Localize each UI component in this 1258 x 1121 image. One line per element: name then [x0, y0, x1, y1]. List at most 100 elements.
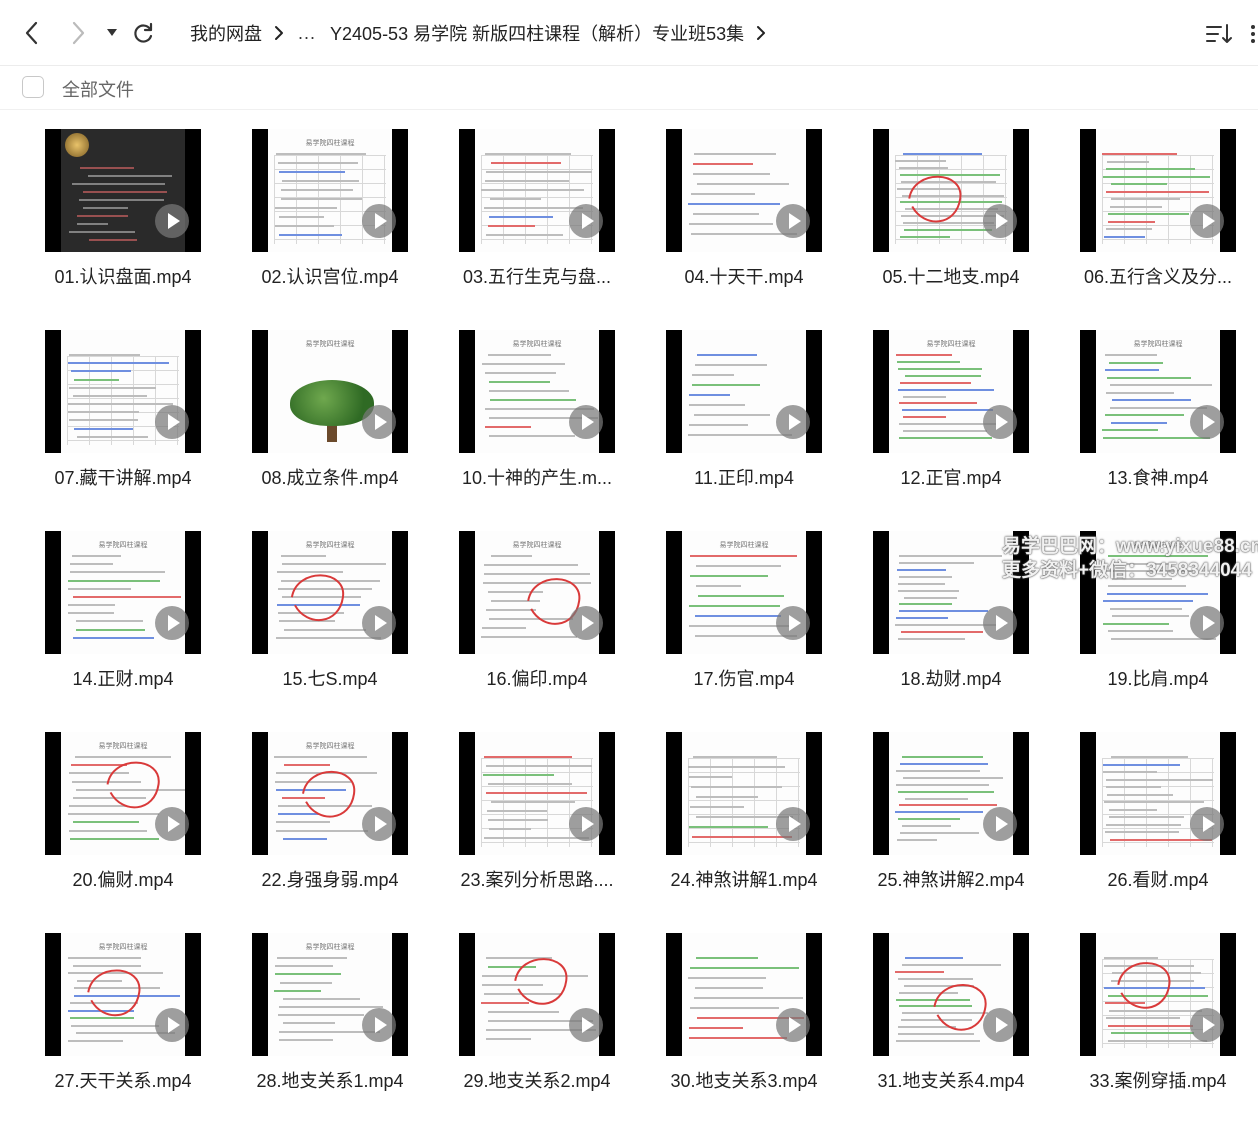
play-icon[interactable] [1190, 405, 1224, 439]
file-item[interactable]: 易学院四柱课程 19.比肩.mp4 [1035, 512, 1236, 702]
back-icon[interactable] [20, 18, 42, 48]
file-item[interactable]: 易学院四柱课程 02.认识宫位.mp4 [207, 110, 408, 300]
file-item[interactable]: 易学院四柱课程 28.地支关系1.mp4 [207, 914, 408, 1104]
file-item[interactable]: 23.案列分析思路.... [414, 713, 615, 903]
history-dropdown-icon[interactable] [104, 18, 120, 48]
file-item[interactable]: 易学院四柱课程 22.身强身弱.mp4 [207, 713, 408, 903]
file-name[interactable]: 33.案例穿插.mp4 [1043, 1067, 1258, 1093]
file-name[interactable]: 25.神煞讲解2.mp4 [836, 866, 1066, 892]
play-icon[interactable] [155, 807, 189, 841]
file-name[interactable]: 16.偏印.mp4 [422, 665, 652, 691]
play-icon[interactable] [983, 807, 1017, 841]
play-icon[interactable] [155, 405, 189, 439]
file-name[interactable]: 19.比肩.mp4 [1043, 665, 1258, 691]
play-icon[interactable] [362, 1008, 396, 1042]
file-name[interactable]: 02.认识宫位.mp4 [215, 263, 445, 289]
play-icon[interactable] [362, 204, 396, 238]
file-item[interactable]: 06.五行含义及分... [1035, 110, 1236, 300]
file-item[interactable]: 易学院四柱课程 14.正财.mp4 [0, 512, 201, 702]
play-icon[interactable] [569, 405, 603, 439]
file-name[interactable]: 03.五行生克与盘... [422, 263, 652, 289]
file-item[interactable]: 易学院四柱课程 10.十神的产生.m... [414, 311, 615, 501]
play-icon[interactable] [776, 405, 810, 439]
play-icon[interactable] [983, 1008, 1017, 1042]
file-name[interactable]: 27.天干关系.mp4 [8, 1067, 238, 1093]
file-name[interactable]: 13.食神.mp4 [1043, 464, 1258, 490]
file-name[interactable]: 17.伤官.mp4 [629, 665, 859, 691]
file-name[interactable]: 07.藏干讲解.mp4 [8, 464, 238, 490]
file-name[interactable]: 20.偏财.mp4 [8, 866, 238, 892]
file-item[interactable]: 易学院四柱课程 12.正官.mp4 [828, 311, 1029, 501]
file-item[interactable]: 25.神煞讲解2.mp4 [828, 713, 1029, 903]
play-icon[interactable] [983, 606, 1017, 640]
play-icon[interactable] [569, 204, 603, 238]
play-icon[interactable] [155, 1008, 189, 1042]
sort-icon[interactable] [1205, 22, 1233, 48]
file-name[interactable]: 14.正财.mp4 [8, 665, 238, 691]
file-item[interactable]: 易学院四柱课程 16.偏印.mp4 [414, 512, 615, 702]
play-icon[interactable] [776, 204, 810, 238]
file-name[interactable]: 11.正印.mp4 [629, 464, 859, 490]
file-name[interactable]: 22.身强身弱.mp4 [215, 866, 445, 892]
file-name[interactable]: 28.地支关系1.mp4 [215, 1067, 445, 1093]
file-name[interactable]: 08.成立条件.mp4 [215, 464, 445, 490]
refresh-icon[interactable] [130, 18, 156, 48]
file-name[interactable]: 05.十二地支.mp4 [836, 263, 1066, 289]
play-icon[interactable] [983, 204, 1017, 238]
play-icon[interactable] [1190, 606, 1224, 640]
file-item[interactable]: 31.地支关系4.mp4 [828, 914, 1029, 1104]
file-item[interactable]: 11.正印.mp4 [621, 311, 822, 501]
file-name[interactable]: 06.五行含义及分... [1043, 263, 1258, 289]
play-icon[interactable] [362, 405, 396, 439]
play-icon[interactable] [362, 807, 396, 841]
file-name[interactable]: 04.十天干.mp4 [629, 263, 859, 289]
file-name[interactable]: 15.七S.mp4 [215, 665, 445, 691]
file-item[interactable]: 30.地支关系3.mp4 [621, 914, 822, 1104]
breadcrumb-ellipsis[interactable]: ... [298, 23, 316, 44]
play-icon[interactable] [776, 606, 810, 640]
play-icon[interactable] [1190, 807, 1224, 841]
play-icon[interactable] [983, 405, 1017, 439]
file-name[interactable]: 30.地支关系3.mp4 [629, 1067, 859, 1093]
file-name[interactable]: 23.案列分析思路.... [422, 866, 652, 892]
file-item[interactable]: 易学院四柱课程 08.成立条件.mp4 [207, 311, 408, 501]
more-icon[interactable] [1250, 22, 1258, 48]
file-item[interactable]: 03.五行生克与盘... [414, 110, 615, 300]
file-name[interactable]: 01.认识盘面.mp4 [8, 263, 238, 289]
select-all-checkbox[interactable] [22, 76, 44, 98]
file-name[interactable]: 29.地支关系2.mp4 [422, 1067, 652, 1093]
file-name[interactable]: 10.十神的产生.m... [422, 464, 652, 490]
play-icon[interactable] [1190, 204, 1224, 238]
play-icon[interactable] [362, 606, 396, 640]
file-name[interactable]: 12.正官.mp4 [836, 464, 1066, 490]
file-item[interactable]: 07.藏干讲解.mp4 [0, 311, 201, 501]
play-icon[interactable] [776, 807, 810, 841]
file-item[interactable]: 29.地支关系2.mp4 [414, 914, 615, 1104]
play-icon[interactable] [569, 1008, 603, 1042]
play-icon[interactable] [776, 1008, 810, 1042]
file-item[interactable]: 18.劫财.mp4 [828, 512, 1029, 702]
breadcrumb-current[interactable]: Y2405-53 易学院 新版四柱课程（解析）专业班53集 [330, 20, 744, 46]
file-item[interactable]: 易学院四柱课程 17.伤官.mp4 [621, 512, 822, 702]
play-icon[interactable] [569, 807, 603, 841]
file-item[interactable]: 24.神煞讲解1.mp4 [621, 713, 822, 903]
file-name[interactable]: 18.劫财.mp4 [836, 665, 1066, 691]
play-icon[interactable] [569, 606, 603, 640]
file-item[interactable]: 易学院四柱课程 13.食神.mp4 [1035, 311, 1236, 501]
forward-icon[interactable] [68, 18, 90, 48]
file-item[interactable]: 04.十天干.mp4 [621, 110, 822, 300]
file-name[interactable]: 26.看财.mp4 [1043, 866, 1258, 892]
file-item[interactable]: 易学院四柱课程 27.天干关系.mp4 [0, 914, 201, 1104]
file-name[interactable]: 24.神煞讲解1.mp4 [629, 866, 859, 892]
play-icon[interactable] [155, 606, 189, 640]
file-item[interactable]: 易学院四柱课程 15.七S.mp4 [207, 512, 408, 702]
file-item[interactable]: 易学院四柱课程 20.偏财.mp4 [0, 713, 201, 903]
play-icon[interactable] [155, 204, 189, 238]
file-item[interactable]: 26.看财.mp4 [1035, 713, 1236, 903]
file-item[interactable]: 33.案例穿插.mp4 [1035, 914, 1236, 1104]
file-name[interactable]: 31.地支关系4.mp4 [836, 1067, 1066, 1093]
play-icon[interactable] [1190, 1008, 1224, 1042]
file-item[interactable]: 05.十二地支.mp4 [828, 110, 1029, 300]
file-item[interactable]: 01.认识盘面.mp4 [0, 110, 201, 300]
breadcrumb-root[interactable]: 我的网盘 [190, 20, 262, 46]
